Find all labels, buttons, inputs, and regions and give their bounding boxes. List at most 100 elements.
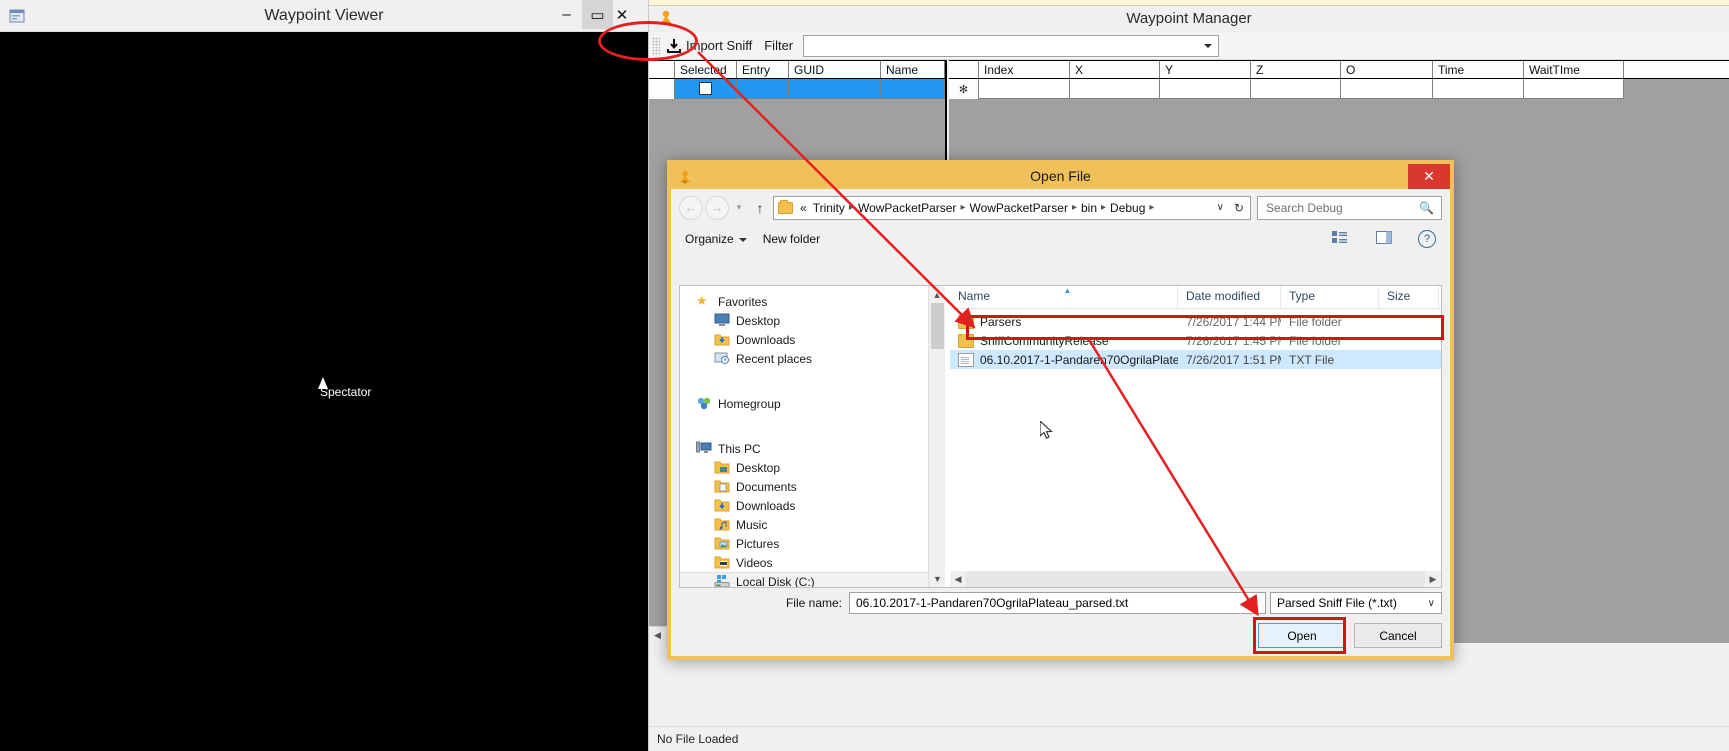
cancel-button[interactable]: Cancel (1354, 623, 1442, 648)
file-name-input[interactable]: 06.10.2017-1-Pandaren70OgrilaPlateau_par… (849, 592, 1266, 614)
creature-grid-header: Selected Entry GUID Name (649, 60, 945, 79)
col-entry[interactable]: Entry (737, 61, 789, 78)
scroll-left-icon[interactable]: ◀ (950, 571, 966, 587)
minimize-button[interactable]: – (551, 0, 582, 29)
up-one-level-button[interactable]: ↑ (749, 196, 771, 220)
scroll-thumb[interactable] (966, 571, 1425, 587)
row-guid-cell[interactable] (789, 79, 881, 99)
col-time[interactable]: Time (1433, 61, 1524, 78)
filter-combo[interactable] (803, 34, 1220, 57)
refresh-icon[interactable]: ↻ (1234, 201, 1244, 215)
column-header-date[interactable]: Date modified (1178, 286, 1281, 308)
manager-titlebar: Waypoint Manager (649, 6, 1729, 32)
scroll-thumb[interactable] (931, 303, 944, 349)
table-row[interactable] (649, 79, 945, 99)
breadcrumb-dropdown-icon[interactable]: ∨ (1217, 202, 1224, 213)
row-name-cell[interactable] (881, 79, 945, 99)
navigation-scrollbar[interactable]: ▲ ▼ (928, 286, 945, 587)
import-sniff-button[interactable]: Import Sniff (660, 34, 758, 58)
search-placeholder: Search Debug (1266, 200, 1343, 215)
preview-pane-button[interactable] (1376, 230, 1392, 247)
chevron-down-icon[interactable]: ∨ (1252, 598, 1259, 609)
col-selected[interactable]: Selected (675, 61, 737, 78)
documents-folder-icon (714, 479, 730, 495)
screen: Waypoint Viewer – ▭ ✕ Spectator Waypoint… (0, 0, 1729, 751)
cell-o[interactable] (1341, 79, 1433, 99)
file-type-select[interactable]: Parsed Sniff File (*.txt) ∨ (1270, 592, 1442, 614)
col-x[interactable]: X (1070, 61, 1160, 78)
chevron-down-icon[interactable]: ∨ (1428, 598, 1435, 609)
file-list-hscrollbar[interactable]: ◀ ▶ (950, 571, 1441, 587)
scroll-down-icon[interactable]: ▼ (929, 570, 945, 587)
sidebar-item-local-disk-c[interactable]: Local Disk (C:) (680, 572, 945, 587)
sidebar-group-this-pc[interactable]: This PC (680, 439, 945, 458)
sidebar-item-recent-places[interactable]: Recent places (680, 349, 945, 368)
filter-button[interactable]: Filter (758, 34, 799, 58)
breadcrumb-item-3[interactable]: bin (1078, 201, 1100, 215)
row-selected-cell[interactable] (675, 79, 737, 99)
col-z[interactable]: Z (1251, 61, 1341, 78)
row-entry-cell[interactable] (737, 79, 789, 99)
recent-locations-button[interactable]: ▾ (731, 196, 747, 220)
col-index[interactable]: Index (979, 61, 1070, 78)
col-name[interactable]: Name (881, 61, 945, 78)
sidebar-item-music[interactable]: Music (680, 515, 945, 534)
close-button[interactable]: ✕ (596, 0, 648, 29)
col-y[interactable]: Y (1160, 61, 1251, 78)
search-input[interactable]: Search Debug 🔍 (1257, 195, 1442, 220)
file-name-value: 06.10.2017-1-Pandaren70OgrilaPlateau_par… (856, 596, 1129, 610)
col-o[interactable]: O (1341, 61, 1433, 78)
forward-button[interactable]: → (705, 195, 729, 220)
cell-waittime[interactable] (1524, 79, 1624, 99)
selected-checkbox[interactable] (699, 82, 712, 95)
sidebar-item-pc-downloads[interactable]: Downloads (680, 496, 945, 515)
viewer-3d-canvas[interactable]: Spectator (0, 32, 648, 751)
help-button[interactable]: ? (1418, 229, 1436, 248)
cell-index[interactable] (979, 79, 1070, 99)
view-options-button[interactable] (1332, 231, 1350, 246)
dialog-titlebar: Open File ✕ (671, 164, 1450, 189)
sidebar-group-favorites[interactable]: ★ Favorites (680, 292, 945, 311)
cell-z[interactable] (1251, 79, 1341, 99)
sidebar-item-pictures[interactable]: Pictures (680, 534, 945, 553)
breadcrumb-item-2[interactable]: WowPacketParser (966, 201, 1070, 215)
sidebar-item-pc-desktop[interactable]: Desktop (680, 458, 945, 477)
cell-x[interactable] (1070, 79, 1160, 99)
sidebar-item-label: Recent places (736, 351, 813, 366)
this-pc-icon (696, 441, 712, 457)
breadcrumb-item-0[interactable]: Trinity (810, 201, 848, 215)
col-waittime[interactable]: WaitTIme (1524, 61, 1624, 78)
column-header-type[interactable]: Type (1281, 286, 1379, 308)
column-header-name[interactable]: ▲ Name (950, 286, 1178, 308)
new-folder-button[interactable]: New folder (763, 232, 820, 246)
table-row[interactable]: ✻ (949, 79, 1729, 99)
row-header[interactable] (649, 79, 675, 99)
column-header-size[interactable]: Size (1379, 286, 1439, 308)
breadcrumb-item-4[interactable]: Debug (1107, 201, 1148, 215)
back-button[interactable]: ← (679, 195, 703, 220)
dialog-body: ← → ▾ ↑ « Trinity ▸ WowPacketParser ▸ Wo… (671, 189, 1450, 656)
cell-time[interactable] (1433, 79, 1524, 99)
list-item[interactable]: SniffCommunityRelease 7/26/2017 1:45 PM … (950, 331, 1441, 350)
list-item[interactable]: 06.10.2017-1-Pandaren70OgrilaPlateau_p..… (950, 350, 1441, 369)
sidebar-item-videos[interactable]: Videos (680, 553, 945, 572)
scroll-up-icon[interactable]: ▲ (929, 286, 945, 303)
breadcrumb-item-1[interactable]: WowPacketParser (855, 201, 959, 215)
scroll-right-icon[interactable]: ▶ (1425, 571, 1441, 587)
sidebar-item-desktop[interactable]: Desktop (680, 311, 945, 330)
col-guid[interactable]: GUID (789, 61, 881, 78)
cell-y[interactable] (1160, 79, 1251, 99)
breadcrumb[interactable]: « Trinity ▸ WowPacketParser ▸ WowPacketP… (773, 195, 1251, 220)
toolbar-grip[interactable] (652, 36, 660, 55)
dialog-footer: File name: 06.10.2017-1-Pandaren70Ogrila… (671, 588, 1450, 656)
list-item[interactable]: Parsers 7/26/2017 1:44 PM File folder (950, 312, 1441, 331)
sidebar-group-homegroup[interactable]: Homegroup (680, 394, 945, 413)
sidebar-item-documents[interactable]: Documents (680, 477, 945, 496)
new-row-header[interactable]: ✻ (949, 79, 979, 99)
organize-button[interactable]: Organize (685, 232, 747, 246)
open-button[interactable]: Open (1258, 623, 1346, 648)
dialog-close-button[interactable]: ✕ (1408, 164, 1450, 189)
sidebar-item-downloads[interactable]: Downloads (680, 330, 945, 349)
scroll-left-icon[interactable]: ◀ (649, 627, 666, 644)
